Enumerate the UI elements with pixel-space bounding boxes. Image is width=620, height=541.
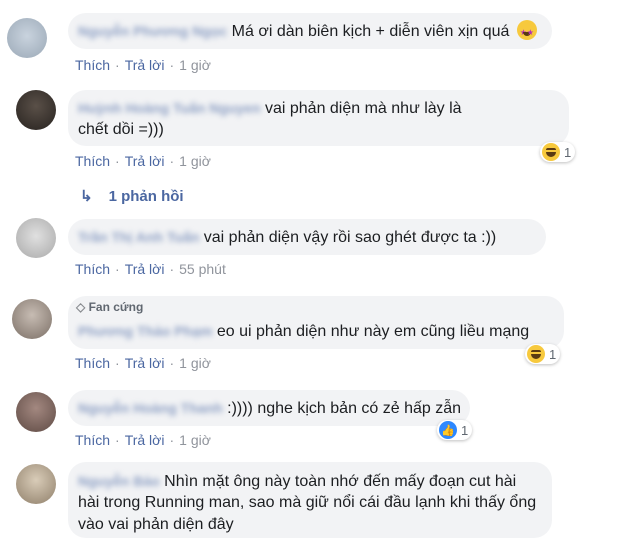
comment-author[interactable]: Phương Thảo Phạm <box>78 320 212 342</box>
like-link[interactable]: Thích <box>75 153 110 169</box>
reply-arrow-icon: ↳ <box>80 188 93 205</box>
comment-text: vai phản diện vậy rồi sao ghét được ta :… <box>203 229 497 246</box>
reaction-badge[interactable]: 👍 1 <box>437 420 473 440</box>
comment-text: Nhìn mặt ông này toàn nhớ đến mấy đoạn c… <box>164 473 517 490</box>
reply-link[interactable]: Trả lời <box>125 57 165 73</box>
like-link[interactable]: Thích <box>75 355 110 371</box>
comment-time: 1 giờ <box>179 432 211 448</box>
comment-author[interactable]: Nguyễn Bảo <box>78 470 160 492</box>
reply-link[interactable]: Trả lời <box>125 432 165 448</box>
star-struck-icon <box>516 20 537 44</box>
comment-text: hài trong Running man, sao mà giữ nổi cá… <box>78 494 537 511</box>
comment-author[interactable]: Nguyễn Hoàng Thanh <box>78 397 223 419</box>
reaction-badge[interactable]: 1 <box>540 142 576 162</box>
haha-icon <box>527 345 545 363</box>
comment-bubble: ◇ Fan cứng Phương Thảo Phạm eo ui phản d… <box>68 296 564 349</box>
comment-actions: Thích · Trả lời · 1 giờ <box>75 57 211 73</box>
reaction-badge[interactable]: 1 <box>525 344 561 364</box>
avatar[interactable] <box>12 299 52 339</box>
comment-author[interactable]: Huỳnh Hoàng Tuấn Nguyen <box>78 97 261 119</box>
comment-time: 1 giờ <box>179 355 211 371</box>
avatar[interactable] <box>16 392 56 432</box>
comment-actions: Thích · Trả lời · 1 giờ <box>75 355 211 371</box>
comment-text: eo ui phản diện như này em cũng liều mạn… <box>216 323 530 340</box>
thumbs-up-icon: 👍 <box>439 421 457 439</box>
like-link[interactable]: Thích <box>75 432 110 448</box>
comment-author[interactable]: Nguyễn Phương Ngọc <box>78 20 227 42</box>
comment-text: vai phản diện mà như lày là <box>264 100 462 117</box>
like-link[interactable]: Thích <box>75 57 110 73</box>
comment-bubble: Nguyễn Hoàng Thanh :)))) nghe kịch bản c… <box>68 390 470 426</box>
comment-text: chết dồi =))) <box>78 121 164 138</box>
comment-time: 1 giờ <box>179 153 211 169</box>
comment-bubble: Nguyễn Phương Ngọc Má ơi dàn biên kịch +… <box>68 13 552 49</box>
comment-text: vào vai phản diện đây <box>78 516 234 533</box>
comment-actions: Thích · Trả lời · 1 giờ <box>75 432 211 448</box>
comment-bubble: Huỳnh Hoàng Tuấn Nguyen vai phản diện mà… <box>68 90 569 146</box>
comment-actions: Thích · Trả lời · 55 phút <box>75 261 226 277</box>
comment-time: 1 giờ <box>179 57 211 73</box>
comment-time: 55 phút <box>179 261 226 277</box>
reply-link[interactable]: Trả lời <box>125 153 165 169</box>
reply-link[interactable]: Trả lời <box>125 261 165 277</box>
like-link[interactable]: Thích <box>75 261 110 277</box>
diamond-icon: ◇ <box>76 300 86 314</box>
reply-link[interactable]: Trả lời <box>125 355 165 371</box>
fan-badge-label: Fan cứng <box>88 300 144 314</box>
comment-text: Má ơi dàn biên kịch + diễn viên xịn quá <box>231 23 510 40</box>
comment-bubble: Trần Thị Anh Tuấn vai phản diện vậy rồi … <box>68 219 546 255</box>
comment-author[interactable]: Trần Thị Anh Tuấn <box>78 226 199 248</box>
view-replies-link[interactable]: ↳ 1 phản hồi <box>80 187 184 205</box>
avatar[interactable] <box>16 90 56 130</box>
avatar[interactable] <box>7 18 47 58</box>
comment-actions: Thích · Trả lời · 1 giờ <box>75 153 211 169</box>
haha-icon <box>542 143 560 161</box>
comment-bubble: Nguyễn Bảo Nhìn mặt ông này toàn nhớ đến… <box>68 462 552 538</box>
comment-text: :)))) nghe kịch bản có zẻ hấp zẫn <box>227 400 462 417</box>
avatar[interactable] <box>16 218 56 258</box>
avatar[interactable] <box>16 464 56 504</box>
